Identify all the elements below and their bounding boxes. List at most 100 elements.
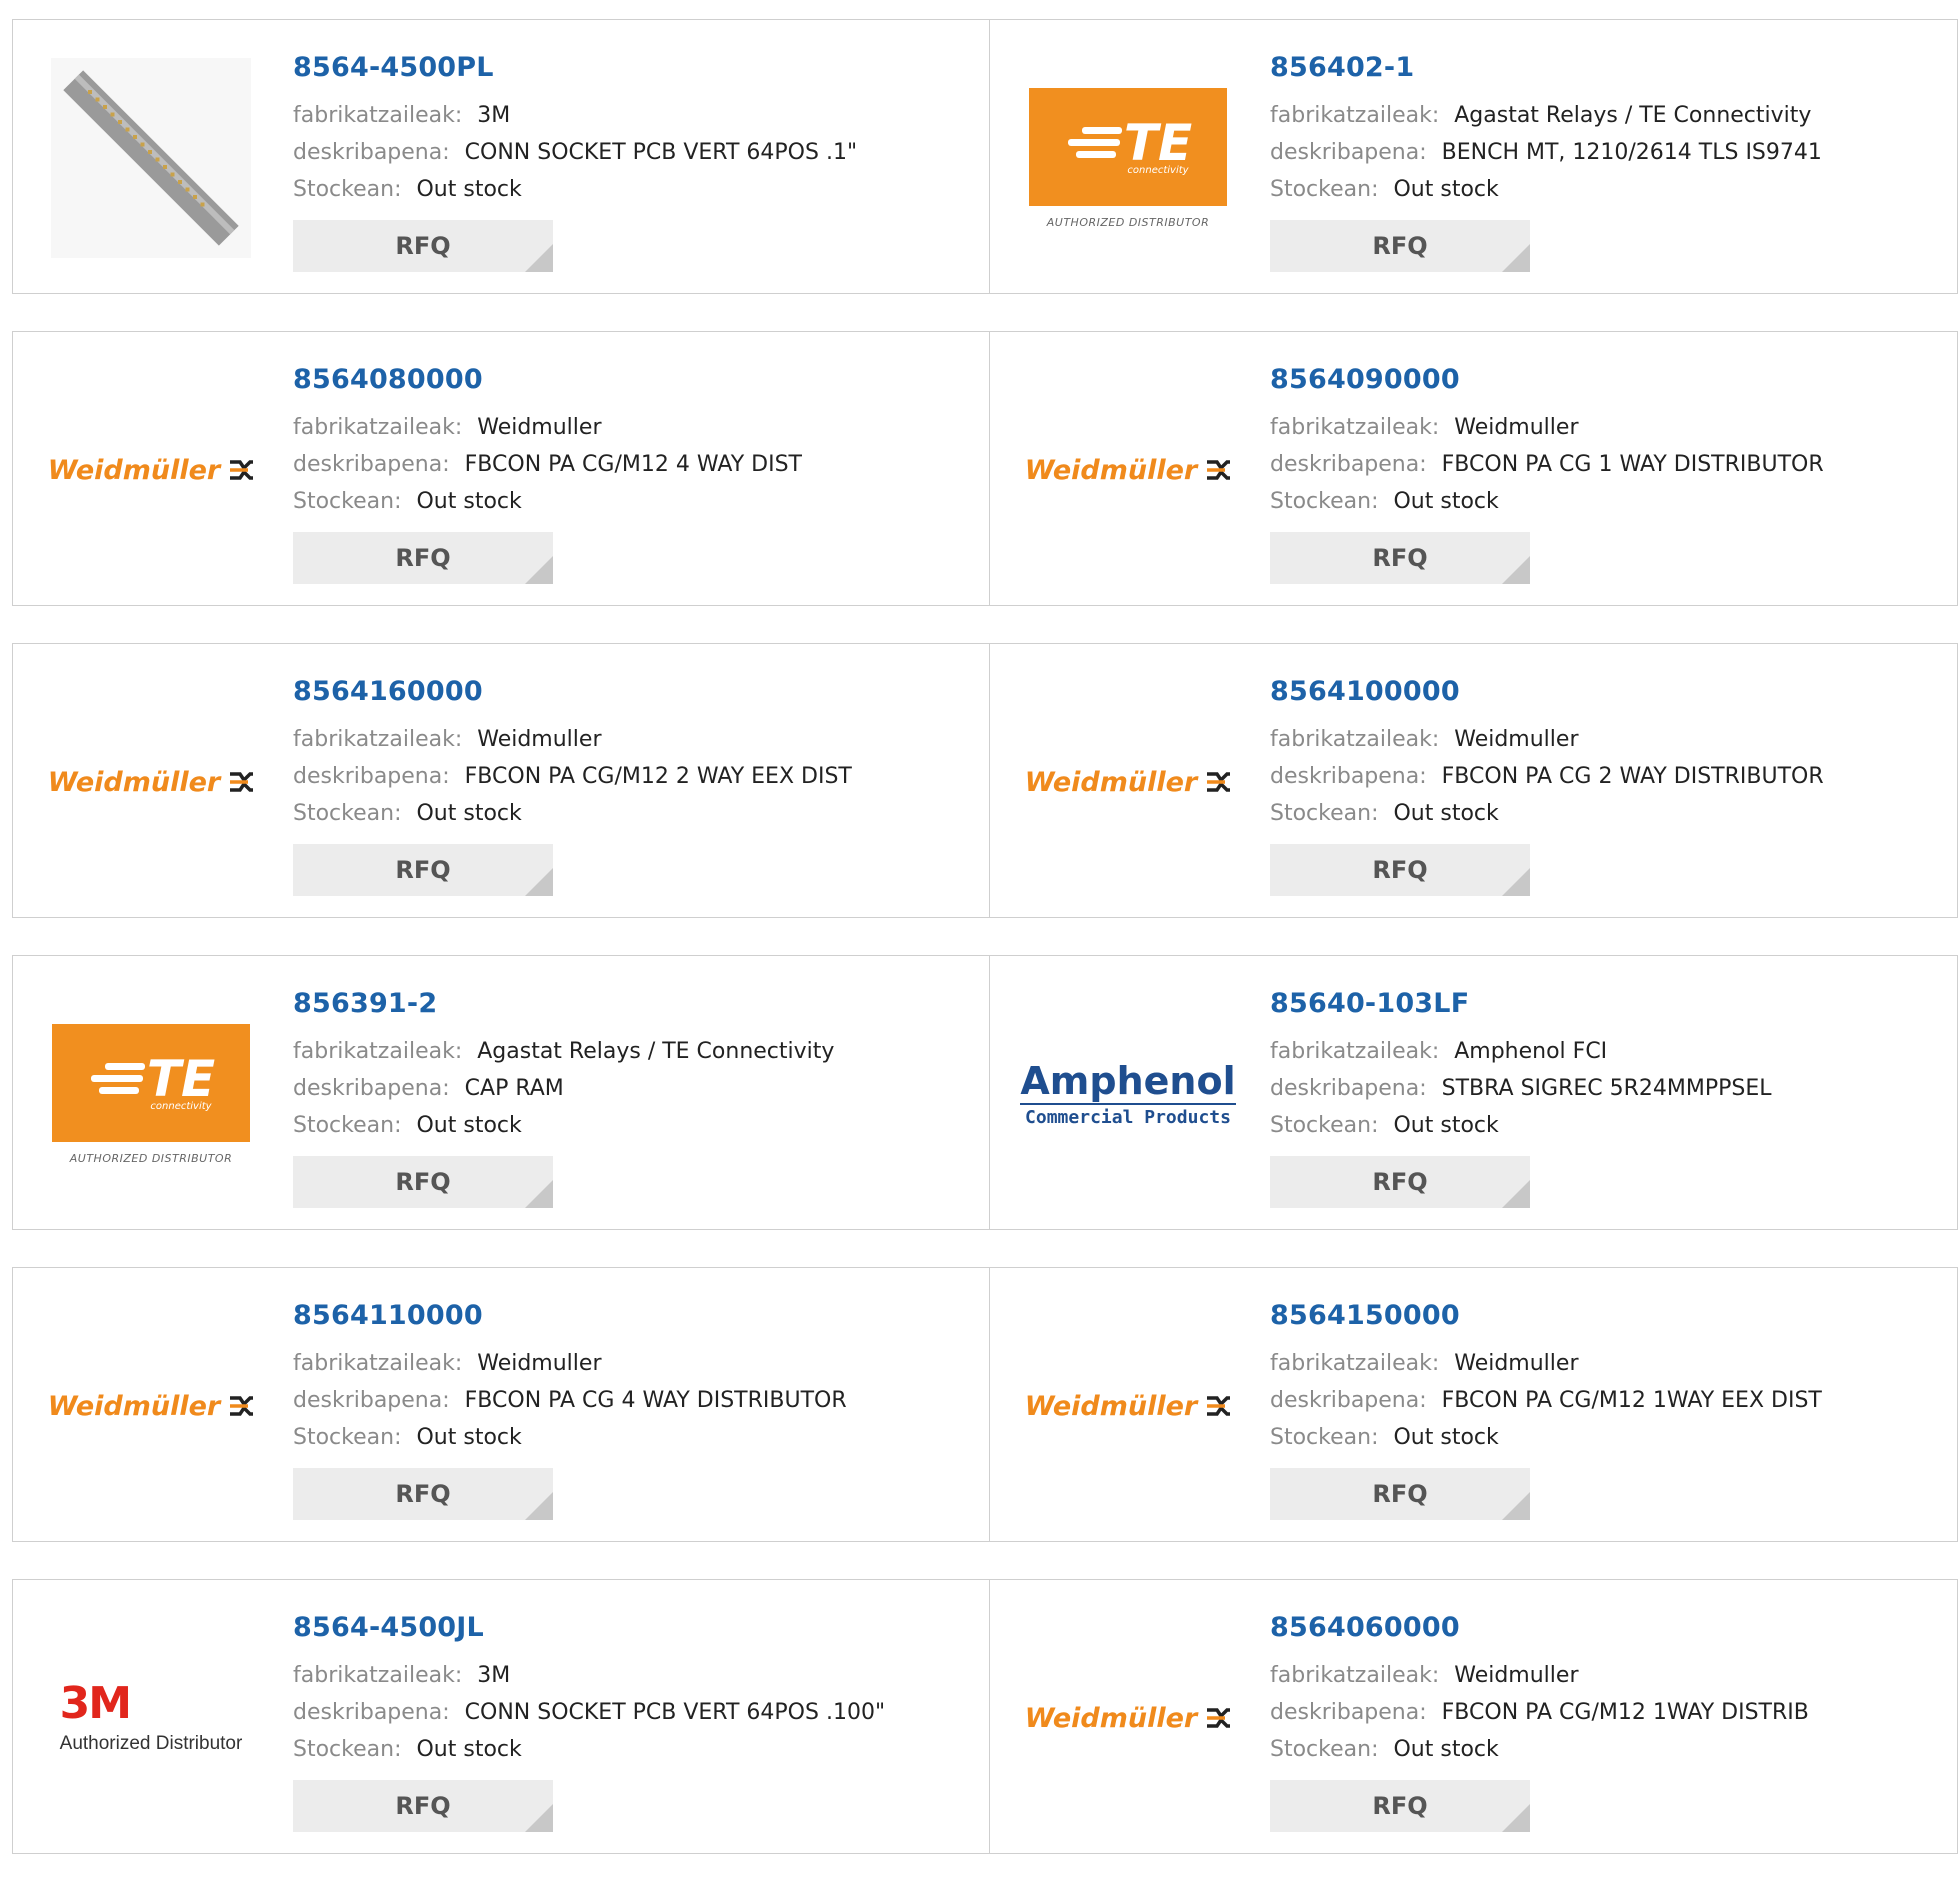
stock-field: Stockean: Out stock <box>1270 1731 1809 1768</box>
rfq-button[interactable]: RFQ <box>293 1156 553 1208</box>
te-logo-sub: connectivity <box>150 1101 212 1112</box>
rfq-button[interactable]: RFQ <box>1270 1156 1530 1208</box>
weidmuller-logo-text: Weidmüller <box>47 1390 221 1422</box>
description-label: deskribapena: <box>293 1700 450 1725</box>
product-row: TE connectivity AUTHORIZED DISTRIBUTOR 856… <box>12 955 1958 1230</box>
weidmuller-symbol-icon <box>1207 772 1231 792</box>
rfq-corner-decoration <box>1502 556 1530 584</box>
weidmuller-logo-text: Weidmüller <box>1024 454 1198 486</box>
rfq-button[interactable]: RFQ <box>1270 532 1530 584</box>
rfq-label: RFQ <box>1372 232 1428 260</box>
weidmuller-logo: Weidmüller <box>1025 455 1231 486</box>
rfq-button[interactable]: RFQ <box>1270 844 1530 896</box>
description-label: deskribapena: <box>1270 452 1427 477</box>
description-value: CONN SOCKET PCB VERT 64POS .1" <box>464 140 858 165</box>
manufacturer-field: fabrikatzaileak: Agastat Relays / TE Con… <box>1270 97 1822 134</box>
manufacturer-field: fabrikatzaileak: Weidmuller <box>1270 1657 1809 1694</box>
manufacturer-logo[interactable]: Weidmüller <box>47 1306 254 1506</box>
part-number-link[interactable]: 8564090000 <box>1270 364 1824 395</box>
te-logo-sub: connectivity <box>1127 165 1189 176</box>
rfq-button[interactable]: RFQ <box>293 844 553 896</box>
stock-value: Out stock <box>1393 1113 1499 1138</box>
manufacturer-logo[interactable]: 3M Authorized Distributor <box>51 1618 251 1818</box>
amphenol-logo: Amphenol Commercial Products <box>1020 1058 1236 1128</box>
product-info: 8564110000 fabrikatzaileak: Weidmuller d… <box>293 1300 847 1520</box>
stock-value: Out stock <box>416 1113 522 1138</box>
product-row: Weidmüller 8564110000 fabrikatzaileak: W… <box>12 1267 1958 1542</box>
manufacturer-logo[interactable]: TE connectivity AUTHORIZED DISTRIBUTOR <box>1028 58 1228 258</box>
manufacturer-logo[interactable]: Weidmüller <box>1025 1306 1231 1506</box>
te-logo-text: TE <box>87 1053 215 1105</box>
manufacturer-value: Weidmuller <box>477 1351 602 1376</box>
part-number-link[interactable]: 85640-103LF <box>1270 988 1772 1019</box>
description-value: BENCH MT, 1210/2614 TLS IS9741 <box>1441 140 1822 165</box>
stock-label: Stockean: <box>1270 489 1379 514</box>
rfq-button[interactable]: RFQ <box>1270 220 1530 272</box>
stock-field: Stockean: Out stock <box>293 171 857 208</box>
description-field: deskribapena: FBCON PA CG/M12 4 WAY DIST <box>293 446 802 483</box>
product-card: 3M Authorized Distributor 8564-4500JL fab… <box>12 1579 990 1854</box>
rfq-button[interactable]: RFQ <box>293 1468 553 1520</box>
3m-logo-sub: Authorized Distributor <box>59 1733 243 1754</box>
te-logo: TE connectivity AUTHORIZED DISTRIBUTOR <box>52 1023 250 1165</box>
weidmuller-symbol-icon <box>230 772 254 792</box>
socket-connector-icon <box>51 58 251 258</box>
part-number-link[interactable]: 8564060000 <box>1270 1612 1809 1643</box>
description-label: deskribapena: <box>1270 1076 1427 1101</box>
part-number-link[interactable]: 856391-2 <box>293 988 834 1019</box>
rfq-corner-decoration <box>525 1180 553 1208</box>
manufacturer-logo[interactable]: Weidmüller <box>1025 1618 1231 1818</box>
rfq-label: RFQ <box>1372 856 1428 884</box>
manufacturer-logo[interactable]: Weidmüller <box>48 370 254 570</box>
description-value: CAP RAM <box>464 1076 564 1101</box>
part-number-link[interactable]: 8564160000 <box>293 676 852 707</box>
manufacturer-logo[interactable]: Weidmüller <box>48 682 254 882</box>
rfq-button[interactable]: RFQ <box>1270 1780 1530 1832</box>
manufacturer-field: fabrikatzaileak: Weidmuller <box>293 1345 847 1382</box>
rfq-button[interactable]: RFQ <box>293 1780 553 1832</box>
manufacturer-value: Agastat Relays / TE Connectivity <box>477 1039 835 1064</box>
rfq-label: RFQ <box>1372 1480 1428 1508</box>
stock-label: Stockean: <box>293 489 402 514</box>
part-number-link[interactable]: 8564080000 <box>293 364 802 395</box>
description-label: deskribapena: <box>293 764 450 789</box>
stock-label: Stockean: <box>1270 1425 1379 1450</box>
rfq-button[interactable]: RFQ <box>1270 1468 1530 1520</box>
manufacturer-logo[interactable]: TE connectivity AUTHORIZED DISTRIBUTOR <box>51 994 251 1194</box>
part-number-link[interactable]: 8564150000 <box>1270 1300 1822 1331</box>
product-info: 856402-1 fabrikatzaileak: Agastat Relays… <box>1270 52 1822 272</box>
product-row: Weidmüller 8564080000 fabrikatzaileak: W… <box>12 331 1958 606</box>
manufacturer-logo[interactable]: Weidmüller <box>1025 370 1231 570</box>
te-logo-letters: TE <box>146 1050 216 1108</box>
part-number-link[interactable]: 8564-4500PL <box>293 52 857 83</box>
description-value: FBCON PA CG/M12 1WAY EEX DIST <box>1441 1388 1822 1413</box>
rfq-corner-decoration <box>1502 868 1530 896</box>
rfq-button[interactable]: RFQ <box>293 220 553 272</box>
manufacturer-label: fabrikatzaileak: <box>1270 727 1440 752</box>
rfq-label: RFQ <box>395 856 451 884</box>
stock-field: Stockean: Out stock <box>1270 171 1822 208</box>
manufacturer-logo[interactable]: Amphenol Commercial Products <box>1020 994 1236 1194</box>
manufacturer-label: fabrikatzaileak: <box>293 415 463 440</box>
manufacturer-field: fabrikatzaileak: Weidmuller <box>293 409 802 446</box>
rfq-button[interactable]: RFQ <box>293 532 553 584</box>
manufacturer-field: fabrikatzaileak: Weidmuller <box>1270 721 1824 758</box>
amphenol-logo-text: Amphenol <box>1020 1058 1236 1103</box>
part-number-link[interactable]: 8564-4500JL <box>293 1612 885 1643</box>
stock-label: Stockean: <box>293 1425 402 1450</box>
product-info: 8564160000 fabrikatzaileak: Weidmuller d… <box>293 676 852 896</box>
stock-label: Stockean: <box>1270 1113 1379 1138</box>
part-number-link[interactable]: 856402-1 <box>1270 52 1822 83</box>
manufacturer-logo[interactable] <box>51 58 251 258</box>
stock-label: Stockean: <box>293 801 402 826</box>
description-label: deskribapena: <box>293 1076 450 1101</box>
description-label: deskribapena: <box>293 140 450 165</box>
description-value: CONN SOCKET PCB VERT 64POS .100" <box>464 1700 886 1725</box>
product-card: Weidmüller 8564080000 fabrikatzaileak: W… <box>12 331 990 606</box>
part-number-link[interactable]: 8564100000 <box>1270 676 1824 707</box>
manufacturer-logo[interactable]: Weidmüller <box>1025 682 1231 882</box>
manufacturer-field: fabrikatzaileak: Amphenol FCI <box>1270 1033 1772 1070</box>
stock-value: Out stock <box>1393 489 1499 514</box>
part-number-link[interactable]: 8564110000 <box>293 1300 847 1331</box>
stock-field: Stockean: Out stock <box>293 483 802 520</box>
